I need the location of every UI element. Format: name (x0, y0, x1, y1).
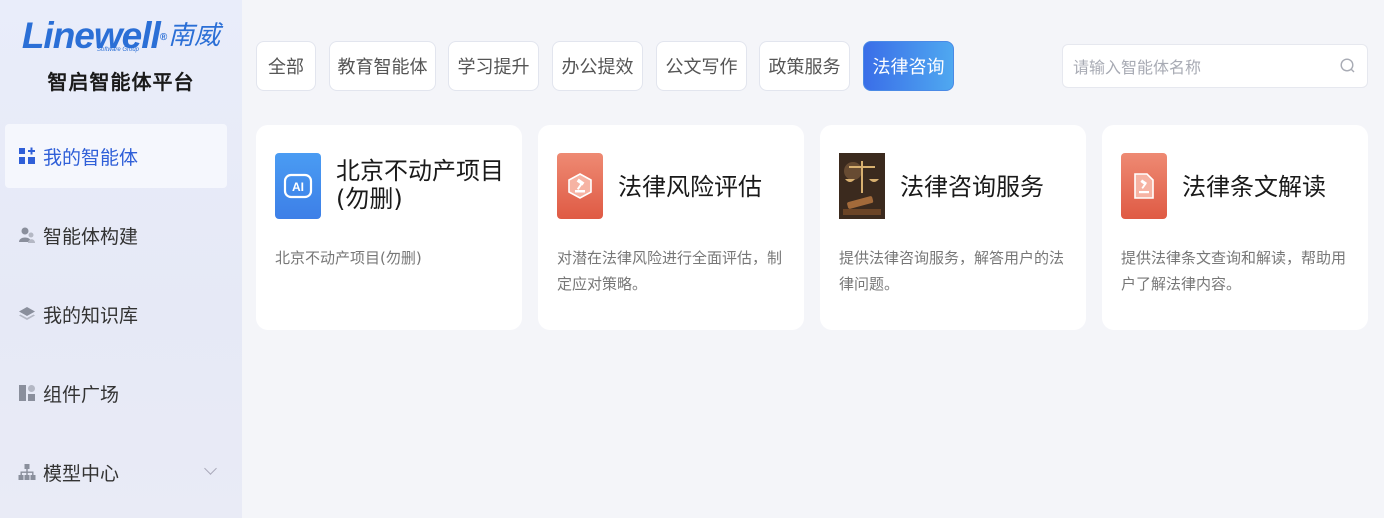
platform-title: 智启智能体平台 (47, 70, 195, 94)
agent-card[interactable]: AI 北京不动产项目(勿删) 北京不动产项目(勿删) (256, 125, 522, 330)
agent-card[interactable]: 法律风险评估 对潜在法律风险进行全面评估，制定应对策略。 (538, 125, 804, 330)
sidebar-item-label: 模型中心 (43, 462, 120, 485)
logo-latin: Linewell® (21, 15, 167, 56)
sidebar-item-my-agents[interactable]: 我的智能体 (5, 124, 227, 188)
card-description: 北京不动产项目(勿删) (275, 249, 422, 267)
tab-education-agents[interactable]: 教育智能体 (329, 41, 436, 91)
card-title: 法律风险评估 (618, 173, 762, 201)
sidebar-item-component-square[interactable]: 组件广场 (5, 361, 227, 425)
card-title: 法律咨询服务 (900, 173, 1044, 201)
sidebar-item-label: 组件广场 (43, 383, 120, 406)
justice-photo-icon (839, 153, 885, 219)
users-icon (18, 226, 36, 244)
brand-logo: Linewell® 南威 Software Group 智启智能体平台 (0, 10, 242, 95)
tab-all[interactable]: 全部 (256, 41, 316, 91)
components-icon (18, 384, 36, 402)
agent-card[interactable]: 法律条文解读 提供法律条文查询和解读，帮助用户了解法律内容。 (1102, 125, 1368, 330)
card-title: 法律条文解读 (1182, 173, 1326, 201)
search-box (1062, 44, 1368, 88)
card-title: 北京不动产项目(勿删) (336, 157, 504, 213)
sidebar-item-model-center[interactable]: 模型中心 (5, 440, 227, 504)
logo-chinese: 南威 (168, 21, 221, 51)
tab-document-writing[interactable]: 公文写作 (656, 41, 747, 91)
sidebar-item-label: 我的知识库 (43, 304, 139, 327)
gavel-badge-icon (557, 153, 603, 219)
layers-icon (18, 305, 36, 323)
tab-legal-consulting[interactable]: 法律咨询 (863, 41, 954, 91)
logo-subtitle: Software Group (97, 47, 140, 53)
grid-plus-icon (18, 147, 36, 165)
agent-card[interactable]: 法律咨询服务 提供法律咨询服务，解答用户的法律问题。 (820, 125, 1086, 330)
card-description: 提供法律咨询服务，解答用户的法律问题。 (839, 249, 1065, 293)
search-input[interactable] (1073, 53, 1333, 81)
law-document-icon (1121, 153, 1167, 219)
logo-registered-mark: ® (159, 32, 167, 43)
ai-icon: AI (275, 153, 321, 219)
svg-text:AI: AI (292, 180, 304, 194)
search-icon[interactable] (1339, 57, 1357, 75)
tab-office-efficiency[interactable]: 办公提效 (552, 41, 643, 91)
tab-learning[interactable]: 学习提升 (448, 41, 539, 91)
sidebar-item-knowledge-base[interactable]: 我的知识库 (5, 282, 227, 346)
sidebar-item-label: 我的智能体 (43, 146, 139, 169)
hierarchy-icon (18, 463, 36, 481)
sidebar: Linewell® 南威 Software Group 智启智能体平台 我的智能… (0, 0, 242, 518)
sidebar-item-label: 智能体构建 (43, 225, 139, 248)
tab-policy-service[interactable]: 政策服务 (759, 41, 850, 91)
sidebar-item-agent-build[interactable]: 智能体构建 (5, 203, 227, 267)
card-description: 提供法律条文查询和解读，帮助用户了解法律内容。 (1121, 249, 1347, 293)
card-description: 对潜在法律风险进行全面评估，制定应对策略。 (557, 249, 783, 293)
chevron-down-icon[interactable] (204, 462, 217, 475)
